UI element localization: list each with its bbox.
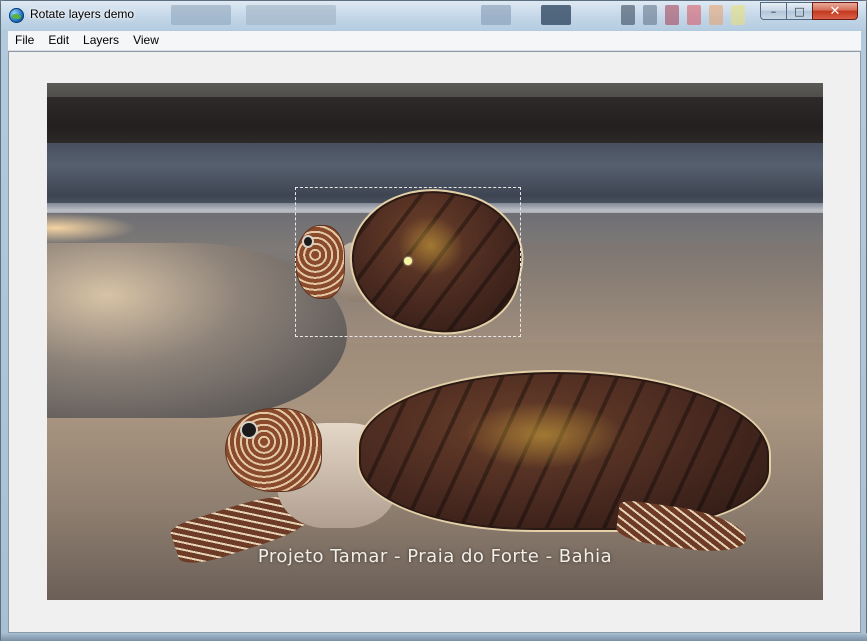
background-blur bbox=[621, 5, 635, 25]
background-blur bbox=[731, 5, 745, 25]
menu-layers[interactable]: Layers bbox=[76, 31, 126, 50]
menu-view[interactable]: View bbox=[126, 31, 166, 50]
background-blur bbox=[541, 5, 571, 25]
photo-horizon bbox=[47, 97, 823, 147]
photo-caption: Projeto Tamar - Praia do Forte - Bahia bbox=[257, 546, 613, 567]
background-blur bbox=[643, 5, 657, 25]
minimize-button[interactable]: – bbox=[760, 2, 786, 20]
background-blur bbox=[246, 5, 336, 25]
background-blur bbox=[665, 5, 679, 25]
background-turtle bbox=[167, 368, 777, 571]
menu-file[interactable]: File bbox=[8, 31, 41, 50]
turtle-eye bbox=[242, 423, 256, 437]
minimize-icon: – bbox=[770, 4, 777, 18]
turtle-shell bbox=[357, 370, 771, 532]
title-bar[interactable]: Rotate layers demo – □ ✕ bbox=[1, 1, 866, 30]
close-icon: ✕ bbox=[829, 3, 841, 19]
background-blur bbox=[709, 5, 723, 25]
turtle-head bbox=[225, 408, 322, 492]
photo-sun-reflection bbox=[47, 213, 137, 243]
caption-buttons: – □ ✕ bbox=[760, 2, 858, 21]
close-button[interactable]: ✕ bbox=[812, 2, 858, 20]
app-window: Rotate layers demo – □ ✕ File Edit Layer… bbox=[0, 0, 867, 641]
globe-icon[interactable] bbox=[9, 8, 24, 23]
background-blur bbox=[687, 5, 701, 25]
maximize-button[interactable]: □ bbox=[786, 2, 812, 20]
maximize-icon: □ bbox=[794, 4, 805, 18]
background-blur bbox=[481, 5, 511, 25]
background-blur bbox=[171, 5, 231, 25]
rotation-pivot-handle[interactable] bbox=[404, 257, 412, 265]
menu-edit[interactable]: Edit bbox=[41, 31, 76, 50]
layer-canvas[interactable]: Projeto Tamar - Praia do Forte - Bahia bbox=[47, 83, 823, 600]
window-title: Rotate layers demo bbox=[30, 7, 135, 21]
menu-bar: File Edit Layers View bbox=[8, 31, 861, 51]
